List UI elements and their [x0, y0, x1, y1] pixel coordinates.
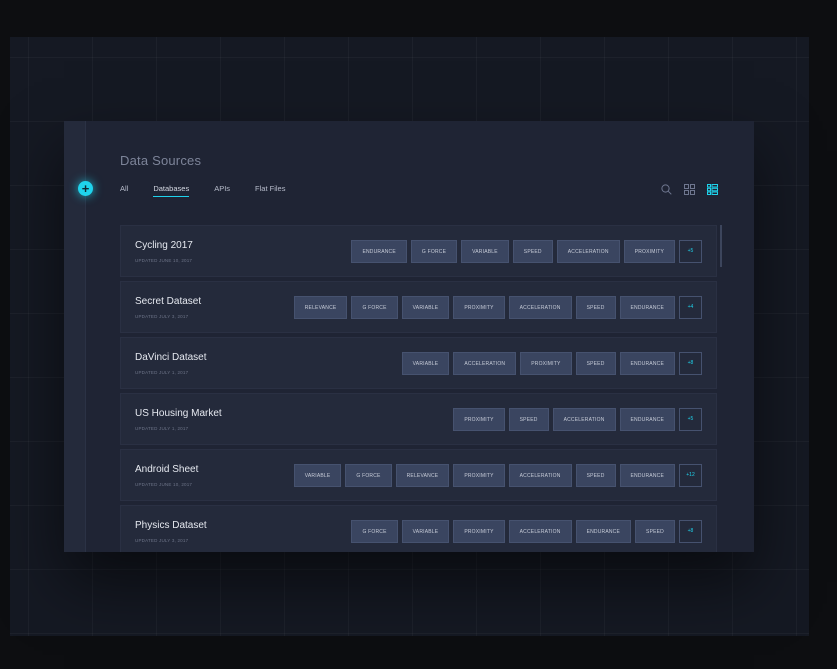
tag-chip[interactable]: PROXIMITY: [623, 240, 675, 263]
more-tags-button[interactable]: +4: [679, 296, 702, 319]
more-tags-button[interactable]: +12: [679, 464, 702, 487]
tag-chip[interactable]: ENDURANCE: [575, 520, 632, 543]
dataset-name[interactable]: US Housing Market: [135, 408, 222, 419]
filter-tabs: All Databases APIs Flat Files: [120, 184, 310, 197]
tag-chip[interactable]: VARIABLE: [401, 352, 450, 375]
tab-all[interactable]: All: [120, 184, 128, 197]
tag-chip[interactable]: PROXIMITY: [453, 296, 505, 319]
dataset-updated-date: UPDATED JULY 3, 2017: [135, 538, 189, 543]
tag-group: PROXIMITY SPEED ACCELERATION ENDURANCE +5: [453, 408, 702, 431]
tag-chip[interactable]: G FORCE: [345, 464, 392, 487]
view-tools: [661, 182, 730, 200]
tag-chip[interactable]: VARIABLE: [461, 240, 509, 263]
tag-group: ENDURANCE G FORCE VARIABLE SPEED ACCELERATIO…: [351, 240, 702, 263]
dataset-name[interactable]: Physics Dataset: [135, 520, 207, 531]
more-tags-button[interactable]: +8: [679, 352, 702, 375]
search-icon[interactable]: [661, 182, 672, 200]
tag-chip[interactable]: ACCELERATION: [508, 520, 572, 543]
dataset-updated-date: UPDATED JULY 1, 2017: [135, 426, 189, 431]
tag-chip[interactable]: RELEVANCE: [395, 464, 450, 487]
dataset-name[interactable]: DaVinci Dataset: [135, 352, 207, 363]
scrollbar[interactable]: [720, 225, 722, 267]
tag-chip[interactable]: SPEED: [635, 520, 675, 543]
tag-chip[interactable]: ACCELERATION: [453, 352, 517, 375]
tag-group: G FORCE VARIABLE PROXIMITY ACCELERATION ENDU…: [351, 520, 702, 543]
tag-group: VARIABLE G FORCE RELEVANCE PROXIMITY ACCELER…: [293, 464, 702, 487]
dataset-updated-date: UPDATED JUNE 10, 2017: [135, 258, 193, 263]
add-source-button[interactable]: +: [78, 181, 93, 196]
tag-chip[interactable]: ENDURANCE: [619, 352, 675, 375]
tag-chip[interactable]: G FORCE: [410, 240, 458, 263]
grid-view-icon[interactable]: [684, 182, 695, 200]
tag-chip[interactable]: PROXIMITY: [453, 520, 505, 543]
tag-chip[interactable]: PROXIMITY: [453, 408, 505, 431]
tag-group: RELEVANCE G FORCE VARIABLE PROXIMITY ACCELER…: [293, 296, 702, 319]
dataset-updated-date: UPDATED JULY 1, 2017: [135, 370, 189, 375]
dataset-name[interactable]: Android Sheet: [135, 464, 198, 475]
more-tags-button[interactable]: +8: [679, 520, 702, 543]
dataset-updated-date: UPDATED JUNE 10, 2017: [135, 482, 193, 487]
tag-chip[interactable]: ENDURANCE: [619, 464, 675, 487]
tag-chip[interactable]: ACCELERATION: [508, 296, 572, 319]
data-sources-panel: Data Sources All Databases APIs Flat Fil…: [64, 121, 754, 552]
dataset-row[interactable]: Physics Dataset UPDATED JULY 3, 2017 G FOR…: [120, 505, 717, 552]
list-view-icon[interactable]: [707, 182, 718, 200]
tab-flat-files[interactable]: Flat Files: [255, 184, 285, 197]
more-tags-button[interactable]: +5: [679, 408, 702, 431]
tag-chip[interactable]: PROXIMITY: [453, 464, 505, 487]
dataset-row[interactable]: DaVinci Dataset UPDATED JULY 1, 2017 VARIA…: [120, 337, 717, 389]
dataset-name[interactable]: Secret Dataset: [135, 296, 201, 307]
dataset-name[interactable]: Cycling 2017: [135, 240, 193, 251]
tab-apis[interactable]: APIs: [214, 184, 230, 197]
tag-chip[interactable]: ACCELERATION: [552, 408, 616, 431]
tag-chip[interactable]: ACCELERATION: [508, 464, 572, 487]
dataset-row[interactable]: US Housing Market UPDATED JULY 1, 2017 PRO…: [120, 393, 717, 445]
tag-chip[interactable]: RELEVANCE: [293, 296, 348, 319]
tag-group: VARIABLE ACCELERATION PROXIMITY SPEED ENDURA…: [401, 352, 702, 375]
tag-chip[interactable]: VARIABLE: [293, 464, 342, 487]
tag-chip[interactable]: ENDURANCE: [351, 240, 407, 263]
dataset-row[interactable]: Secret Dataset UPDATED JULY 3, 2017 RELEVA…: [120, 281, 717, 333]
dataset-row[interactable]: Cycling 2017 UPDATED JUNE 10, 2017 ENDURAN…: [120, 225, 717, 277]
page-title: Data Sources: [120, 153, 202, 168]
tag-chip[interactable]: SPEED: [575, 464, 616, 487]
tag-chip[interactable]: PROXIMITY: [520, 352, 572, 375]
tag-chip[interactable]: VARIABLE: [401, 296, 450, 319]
tag-chip[interactable]: VARIABLE: [401, 520, 450, 543]
tag-chip[interactable]: ENDURANCE: [619, 296, 675, 319]
tag-chip[interactable]: ACCELERATION: [556, 240, 620, 263]
dataset-row[interactable]: Android Sheet UPDATED JUNE 10, 2017 VARIAB…: [120, 449, 717, 501]
tag-chip[interactable]: SPEED: [575, 296, 616, 319]
tag-chip[interactable]: G FORCE: [351, 296, 398, 319]
tag-chip[interactable]: ENDURANCE: [619, 408, 675, 431]
tag-chip[interactable]: SPEED: [512, 240, 553, 263]
dataset-list: Cycling 2017 UPDATED JUNE 10, 2017 ENDURAN…: [120, 225, 717, 552]
tab-databases[interactable]: Databases: [153, 184, 190, 197]
more-tags-button[interactable]: +5: [679, 240, 702, 263]
tag-chip[interactable]: G FORCE: [351, 520, 398, 543]
dataset-updated-date: UPDATED JULY 3, 2017: [135, 314, 189, 319]
tag-chip[interactable]: SPEED: [575, 352, 616, 375]
tag-chip[interactable]: SPEED: [508, 408, 549, 431]
